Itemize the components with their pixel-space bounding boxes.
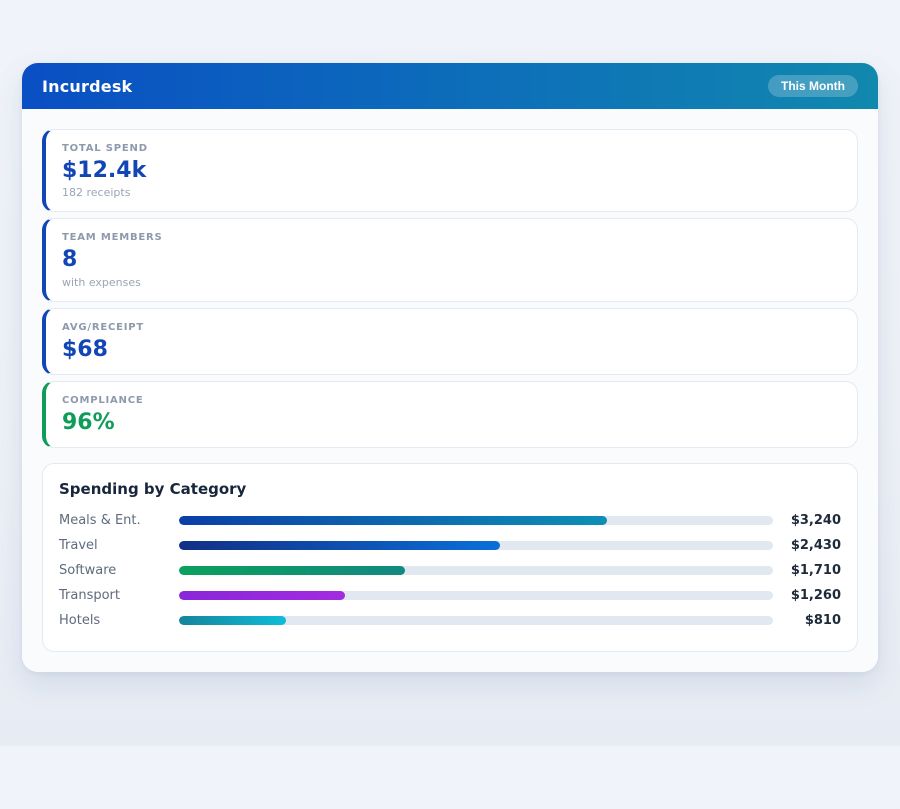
- category-value: $810: [773, 613, 841, 628]
- stat-label: TEAM MEMBERS: [62, 232, 841, 243]
- stat-value: $68: [62, 337, 841, 362]
- chart-row-transport: Transport $1,260: [59, 583, 841, 608]
- category-value: $2,430: [773, 538, 841, 553]
- period-badge[interactable]: This Month: [768, 75, 858, 97]
- stat-card-total-spend: TOTAL SPEND $12.4k 182 receipts: [42, 129, 858, 212]
- bar-fill: [179, 616, 286, 625]
- spending-by-category-card: Spending by Category Meals & Ent. $3,240…: [42, 463, 858, 652]
- dashboard-panel: Incurdesk This Month TOTAL SPEND $12.4k …: [22, 63, 878, 672]
- chart-row-meals: Meals & Ent. $3,240: [59, 508, 841, 533]
- chart-row-hotels: Hotels $810: [59, 608, 841, 633]
- panel-body: TOTAL SPEND $12.4k 182 receipts TEAM MEM…: [22, 109, 878, 672]
- stat-value: $12.4k: [62, 158, 841, 183]
- stat-label: TOTAL SPEND: [62, 143, 841, 154]
- stat-sub: with expenses: [62, 276, 841, 289]
- chart-title: Spending by Category: [59, 480, 841, 498]
- category-value: $1,710: [773, 563, 841, 578]
- stat-value: 96%: [62, 410, 841, 435]
- bar-fill: [179, 541, 500, 550]
- bar-fill: [179, 516, 607, 525]
- category-label: Transport: [59, 588, 179, 603]
- app-title: Incurdesk: [42, 77, 132, 96]
- bar-fill: [179, 566, 405, 575]
- category-label: Hotels: [59, 613, 179, 628]
- stat-label: AVG/RECEIPT: [62, 322, 841, 333]
- category-label: Travel: [59, 538, 179, 553]
- stat-card-compliance: COMPLIANCE 96%: [42, 381, 858, 448]
- stat-card-avg-receipt: AVG/RECEIPT $68: [42, 308, 858, 375]
- chart-row-software: Software $1,710: [59, 558, 841, 583]
- stat-card-team-members: TEAM MEMBERS 8 with expenses: [42, 218, 858, 301]
- bar-track: [179, 591, 773, 600]
- bar-track: [179, 566, 773, 575]
- panel-header: Incurdesk This Month: [22, 63, 878, 109]
- category-value: $1,260: [773, 588, 841, 603]
- bar-track: [179, 616, 773, 625]
- chart-row-travel: Travel $2,430: [59, 533, 841, 558]
- bar-track: [179, 516, 773, 525]
- stat-label: COMPLIANCE: [62, 395, 841, 406]
- category-value: $3,240: [773, 513, 841, 528]
- stat-sub: 182 receipts: [62, 186, 841, 199]
- bar-fill: [179, 591, 345, 600]
- category-label: Meals & Ent.: [59, 513, 179, 528]
- category-label: Software: [59, 563, 179, 578]
- stat-value: 8: [62, 247, 841, 272]
- bar-track: [179, 541, 773, 550]
